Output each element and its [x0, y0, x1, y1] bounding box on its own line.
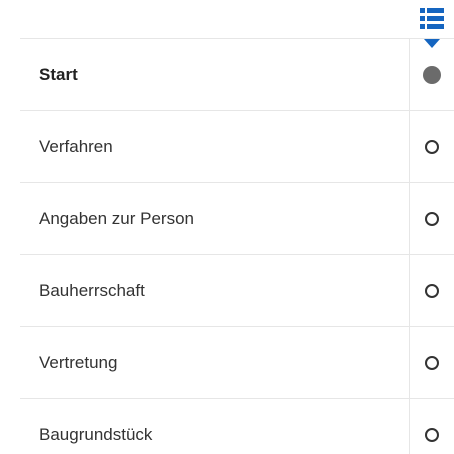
step-item-bauherrschaft[interactable]: Bauherrschaft	[20, 255, 454, 327]
step-status	[409, 183, 454, 254]
step-label: Angaben zur Person	[39, 208, 194, 228]
step-list: Start Verfahren Angaben zur Person Bauhe…	[20, 38, 454, 454]
step-status	[409, 111, 454, 182]
step-item-verfahren[interactable]: Verfahren	[20, 111, 454, 183]
empty-circle-icon	[425, 355, 439, 370]
empty-circle-icon	[425, 139, 439, 154]
empty-circle-icon	[425, 211, 439, 226]
step-label: Verfahren	[39, 136, 113, 156]
step-item-angaben-zur-person[interactable]: Angaben zur Person	[20, 183, 454, 255]
step-item-vertretung[interactable]: Vertretung	[20, 327, 454, 399]
filled-circle-icon	[423, 65, 441, 84]
step-status	[409, 399, 454, 454]
step-label: Baugrundstück	[39, 425, 153, 444]
step-navigation: Start Verfahren Angaben zur Person Bauhe…	[0, 0, 454, 454]
empty-circle-icon	[425, 283, 439, 298]
step-label: Start	[39, 64, 78, 84]
step-status	[409, 255, 454, 326]
step-label: Vertretung	[39, 352, 118, 372]
step-label: Bauherrschaft	[39, 280, 145, 300]
step-status	[409, 327, 454, 398]
step-status	[409, 39, 454, 110]
step-item-start[interactable]: Start	[20, 39, 454, 111]
empty-circle-icon	[425, 428, 439, 442]
step-item-baugrundstueck[interactable]: Baugrundstück	[20, 399, 454, 454]
